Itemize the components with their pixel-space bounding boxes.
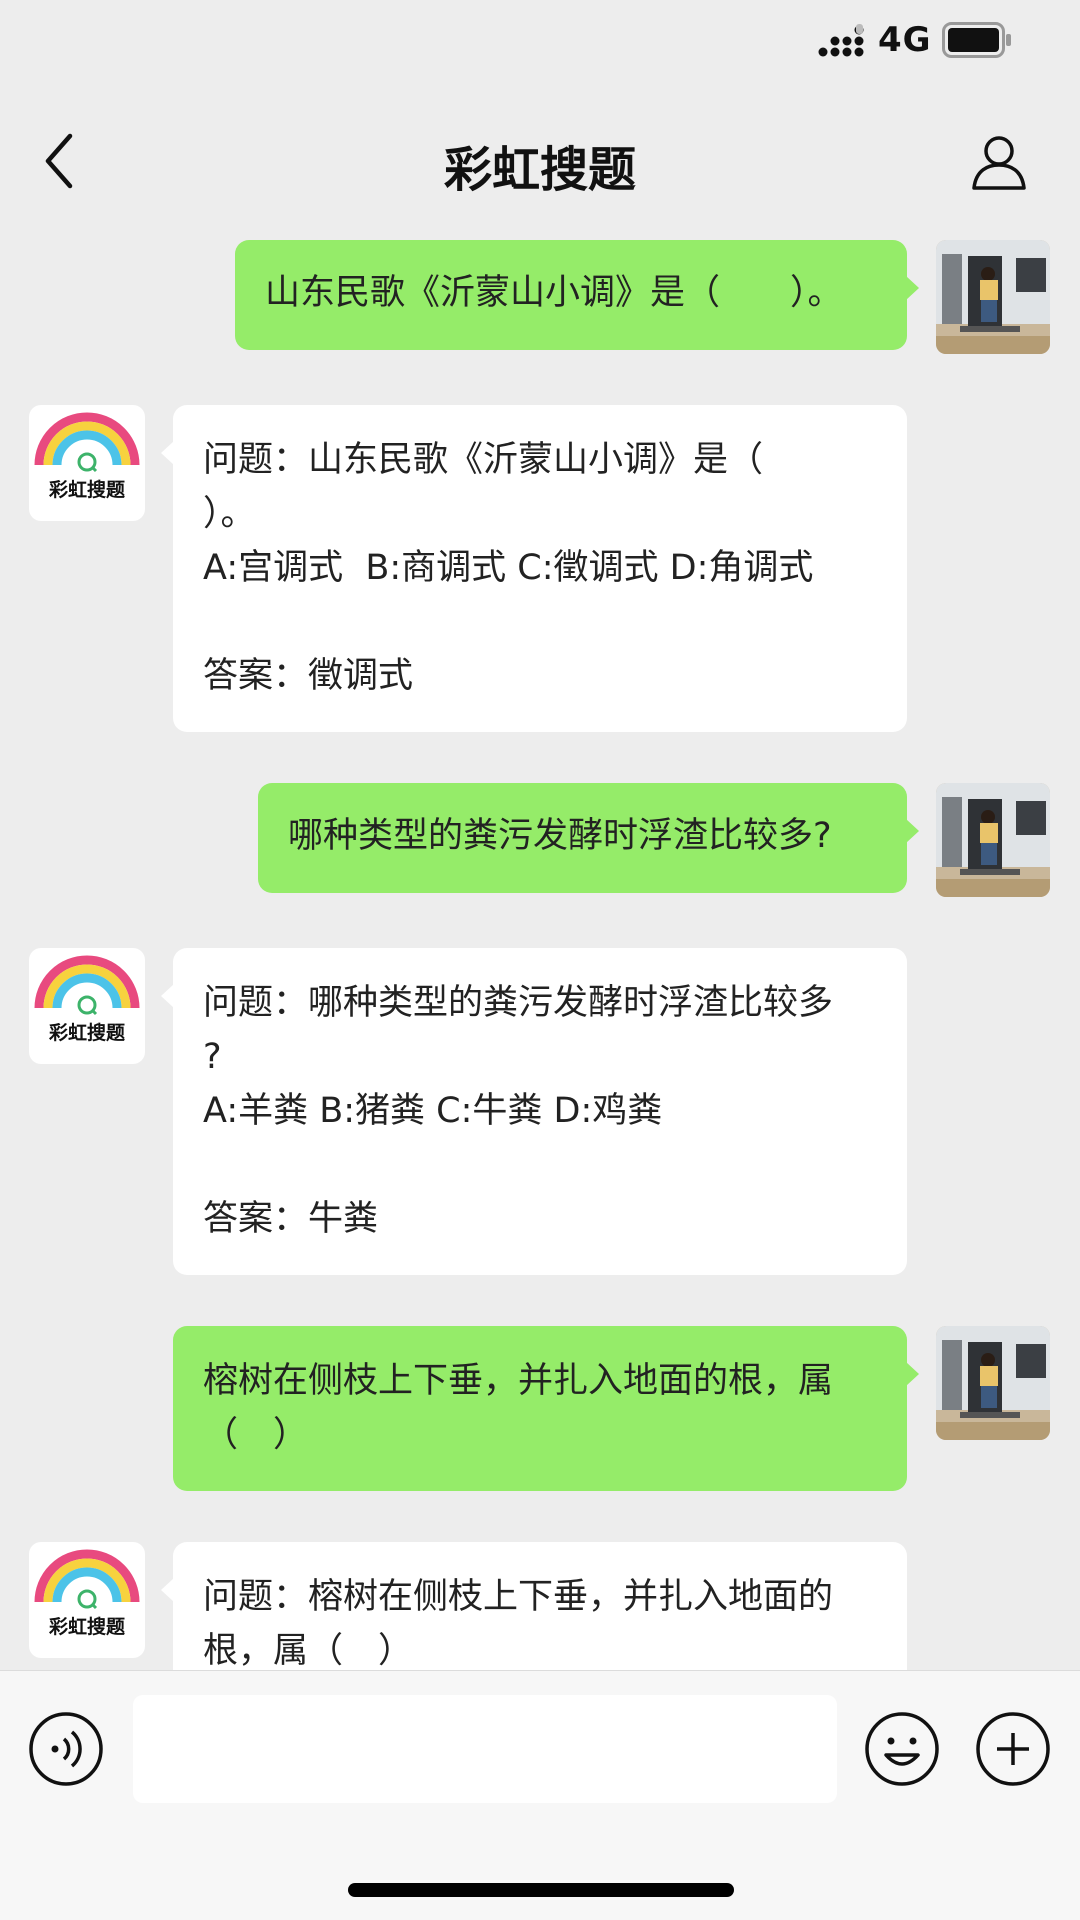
signal-icon bbox=[818, 24, 864, 57]
input-bar bbox=[0, 1670, 1080, 1920]
battery-icon bbox=[942, 22, 1011, 58]
bot-avatar[interactable]: 彩虹搜题 bbox=[29, 405, 145, 521]
bot-message-bubble[interactable]: 问题：山东民歌《沂蒙山小调》是（ ）。 A:宫调式 B:商调式 C:徵调式 D:… bbox=[161, 405, 907, 732]
home-indicator[interactable] bbox=[348, 1883, 734, 1897]
user-avatar[interactable] bbox=[936, 783, 1050, 897]
bot-logo-text: 彩虹搜题 bbox=[48, 1022, 125, 1044]
chat-area[interactable]: 山东民歌《沂蒙山小调》是（ ）。 彩虹搜题 问题：山东民歌《沂蒙山小调》是（ ）… bbox=[0, 0, 1080, 1670]
page-title: 彩虹搜题 bbox=[443, 142, 636, 198]
user-avatar-image bbox=[936, 240, 1050, 354]
user-message-bubble[interactable]: 哪种类型的粪污发酵时浮渣比较多? bbox=[258, 783, 919, 893]
user-avatar[interactable] bbox=[936, 1326, 1050, 1440]
status-bar: 4G bbox=[0, 0, 1080, 80]
user-message-bubble[interactable]: 榕树在侧枝上下垂，并扎入地面的根，属 （ ） bbox=[173, 1326, 919, 1491]
voice-icon[interactable] bbox=[28, 1711, 104, 1787]
bot-message-bubble[interactable]: 问题：哪种类型的粪污发酵时浮渣比较多 ? A:羊粪 B:猪粪 C:牛粪 D:鸡粪… bbox=[161, 948, 907, 1275]
user-avatar-image bbox=[936, 1326, 1050, 1440]
user-message-bubble[interactable]: 山东民歌《沂蒙山小调》是（ ）。 bbox=[235, 240, 919, 350]
bot-avatar[interactable]: 彩虹搜题 bbox=[29, 1542, 145, 1658]
network-type: 4G bbox=[878, 20, 932, 60]
bot-avatar[interactable]: 彩虹搜题 bbox=[29, 948, 145, 1064]
person-icon[interactable] bbox=[970, 132, 1028, 190]
nav-bar: 彩虹搜题 bbox=[0, 110, 1080, 210]
bot-logo-text: 彩虹搜题 bbox=[48, 479, 125, 501]
bot-logo-text: 彩虹搜题 bbox=[48, 1616, 125, 1638]
bot-message-bubble[interactable]: 问题：榕树在侧枝上下垂，并扎入地面的 根，属（ ） bbox=[161, 1542, 907, 1670]
rainbow-logo-icon bbox=[34, 1549, 140, 1610]
rainbow-logo-icon bbox=[34, 955, 140, 1016]
message-input[interactable] bbox=[133, 1695, 837, 1803]
user-avatar[interactable] bbox=[936, 240, 1050, 354]
smiley-icon[interactable] bbox=[864, 1711, 940, 1787]
plus-icon[interactable] bbox=[975, 1711, 1051, 1787]
user-avatar-image bbox=[936, 783, 1050, 897]
rainbow-logo-icon bbox=[34, 412, 140, 473]
